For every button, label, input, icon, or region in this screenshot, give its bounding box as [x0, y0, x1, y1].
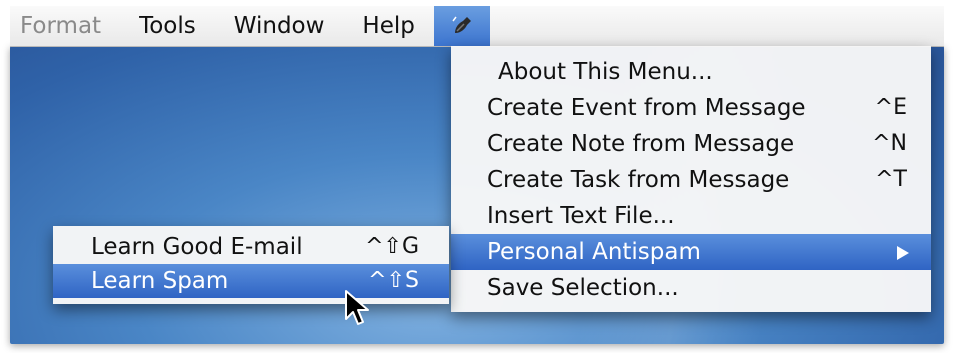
menu-item-learn-spam[interactable]: Learn Spam ^⇧S [53, 264, 449, 298]
menu-item-label: Insert Text File... [487, 203, 675, 229]
menubar-tools[interactable]: Tools [120, 6, 215, 46]
mouse-cursor-icon [345, 290, 369, 325]
menubar-script-menu[interactable] [433, 6, 490, 46]
script-menu-icon [452, 16, 471, 33]
menu-item-label: Create Event from Message [487, 95, 806, 121]
menu-item-shortcut: ^⇧S [368, 268, 419, 293]
menu-item-learn-good-email[interactable]: Learn Good E-mail ^⇧G [53, 230, 449, 264]
menubar-window[interactable]: Window [215, 6, 344, 46]
menu-item-personal-antispam[interactable]: Personal Antispam [451, 234, 931, 270]
menu-item-label: Save Selection... [487, 275, 679, 301]
antispam-submenu: Learn Good E-mail ^⇧G Learn Spam ^⇧S [53, 226, 449, 304]
menu-item-label: Learn Good E-mail [91, 234, 303, 260]
menu-item-shortcut: ^T [875, 167, 907, 192]
menu-item-label: Create Note from Message [487, 131, 795, 157]
menubar-help[interactable]: Help [343, 6, 433, 46]
menu-bar: Format Tools Window Help [10, 6, 944, 47]
menu-item-save-selection[interactable]: Save Selection... [451, 270, 931, 306]
menu-item-label: Personal Antispam [487, 239, 701, 265]
menu-item-shortcut: ^E [874, 95, 907, 120]
menu-item-about[interactable]: About This Menu... [451, 54, 931, 90]
menu-item-create-note[interactable]: Create Note from Message ^N [451, 126, 931, 162]
menu-item-insert-text-file[interactable]: Insert Text File... [451, 198, 931, 234]
scripts-menu: About This Menu... Create Event from Mes… [451, 46, 931, 312]
menu-item-create-task[interactable]: Create Task from Message ^T [451, 162, 931, 198]
menubar-format[interactable]: Format [10, 6, 120, 46]
submenu-arrow-icon [897, 246, 909, 260]
menu-item-label: Learn Spam [91, 268, 229, 294]
menu-item-label: Create Task from Message [487, 167, 790, 193]
menu-item-create-event[interactable]: Create Event from Message ^E [451, 90, 931, 126]
menu-item-shortcut: ^⇧G [365, 234, 419, 259]
menu-item-label: About This Menu... [498, 59, 713, 85]
menu-item-shortcut: ^N [872, 131, 907, 156]
